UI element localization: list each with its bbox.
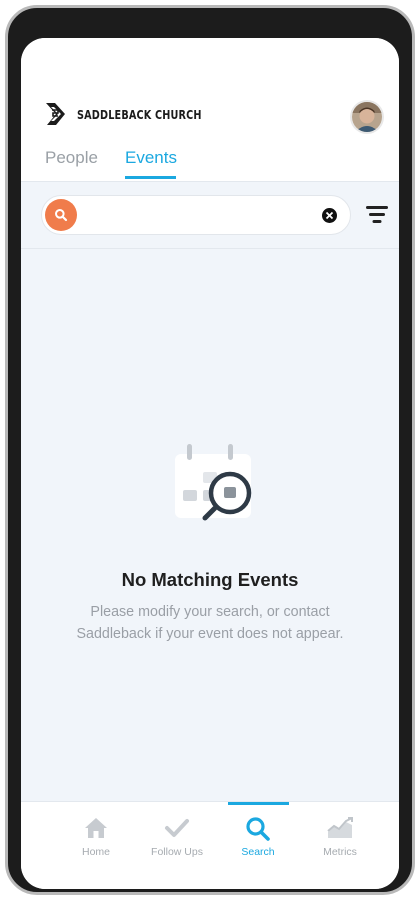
- brand-logo: SADDLEBACK CHURCH: [43, 101, 222, 127]
- nav-home-label: Home: [81, 846, 110, 858]
- search-box: [41, 195, 351, 235]
- search-icon: [246, 817, 270, 841]
- events-content: No Matching Events Please modify your se…: [21, 181, 399, 802]
- nav-search-label: Search: [241, 846, 275, 858]
- filter-icon-line-3: [372, 220, 382, 223]
- profile-photo-icon: [352, 102, 382, 132]
- home-icon: [85, 818, 107, 838]
- search-row: [21, 182, 399, 249]
- saddleback-logo-icon: [46, 103, 65, 125]
- avatar[interactable]: [352, 102, 382, 132]
- empty-state-illustration: [173, 442, 263, 537]
- phone-frame: SADDLEBACK CHURCH People Events No Match…: [5, 5, 415, 895]
- clear-search-button[interactable]: [322, 208, 337, 223]
- empty-state-title: No Matching Events: [121, 569, 299, 590]
- close-icon: [325, 211, 334, 220]
- active-tab-underline: [125, 176, 176, 179]
- tab-people[interactable]: People: [45, 148, 98, 168]
- chart-icon: [327, 817, 353, 838]
- nav-follow-ups-label: Follow Ups: [151, 846, 203, 858]
- nav-search[interactable]: Search: [223, 802, 293, 862]
- empty-state-message: Please modify your search, or contact Sa…: [76, 604, 344, 642]
- search-button[interactable]: [45, 199, 77, 231]
- nav-follow-ups[interactable]: Follow Ups: [142, 802, 212, 862]
- filter-button[interactable]: [366, 204, 388, 226]
- check-icon: [165, 819, 189, 837]
- nav-metrics[interactable]: Metrics: [305, 802, 375, 862]
- brand-name: SADDLEBACK CHURCH: [77, 106, 202, 122]
- tab-events[interactable]: Events: [125, 148, 177, 168]
- bottom-navigation: Home Follow Ups Search Metrics: [21, 801, 399, 889]
- search-input[interactable]: [84, 202, 308, 230]
- calendar-search-icon: [175, 444, 252, 521]
- nav-metrics-label: Metrics: [323, 846, 357, 858]
- filter-icon-line-2: [369, 213, 385, 216]
- app-header: SADDLEBACK CHURCH People Events: [21, 38, 399, 181]
- search-icon: [55, 209, 68, 222]
- app-screen: SADDLEBACK CHURCH People Events No Match…: [21, 38, 399, 889]
- nav-home[interactable]: Home: [61, 802, 131, 862]
- filter-icon: [366, 206, 388, 209]
